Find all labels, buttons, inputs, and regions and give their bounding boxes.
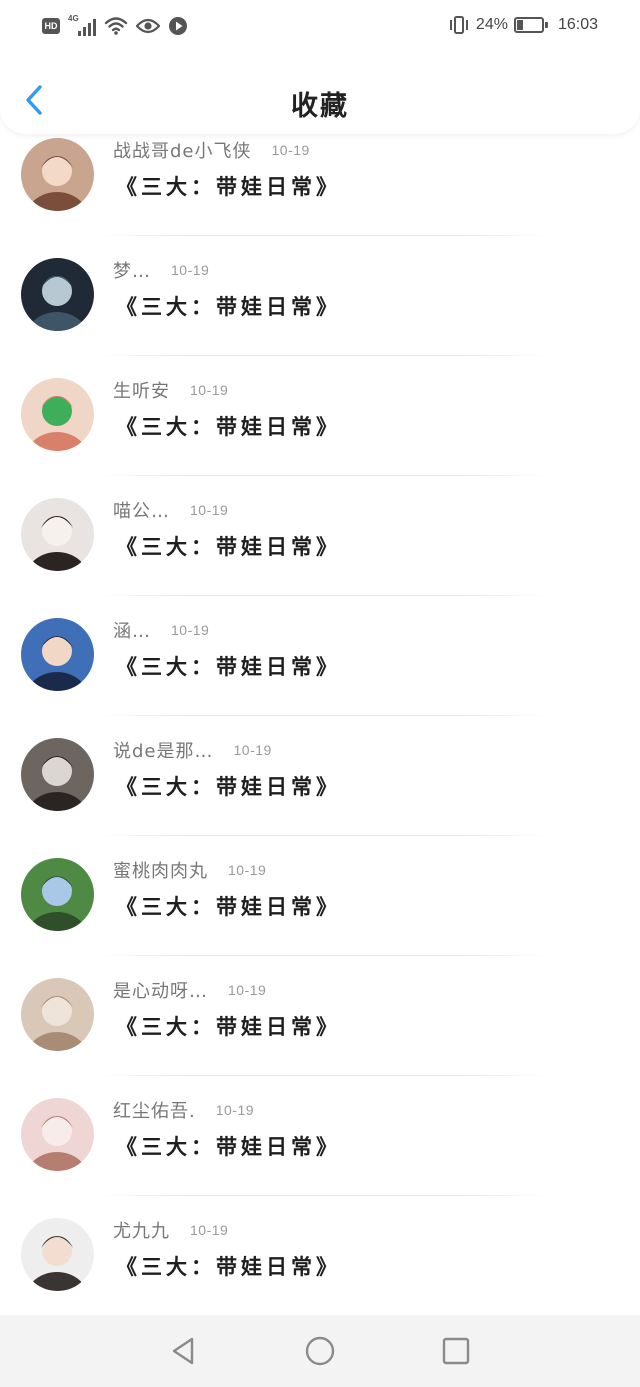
avatar[interactable] xyxy=(21,378,94,451)
battery-percent: 24% xyxy=(475,16,508,33)
back-triangle-icon[interactable] xyxy=(168,1335,200,1367)
list-item[interactable]: 蜜桃肉肉丸 10-19 《三大：带娃日常》 xyxy=(0,836,640,956)
avatar[interactable] xyxy=(21,738,94,811)
item-meta: 战战哥de小飞侠 10-19 xyxy=(113,138,310,162)
avatar[interactable] xyxy=(21,138,94,211)
avatar[interactable] xyxy=(21,258,94,331)
list-item[interactable]: 是心动呀… 10-19 《三大：带娃日常》 xyxy=(0,956,640,1076)
post-date: 10-19 xyxy=(271,142,310,158)
item-meta: 说de是那… 10-19 xyxy=(113,738,272,762)
system-nav-bar xyxy=(0,1315,640,1387)
collected-title[interactable]: 《三大：带娃日常》 xyxy=(116,771,341,801)
user-name[interactable]: 喵公… xyxy=(113,497,170,523)
play-icon xyxy=(168,16,188,36)
user-name[interactable]: 战战哥de小飞侠 xyxy=(113,137,252,163)
hd-icon: HD xyxy=(42,18,60,34)
list-item[interactable]: 红尘佑吾. 10-19 《三大：带娃日常》 xyxy=(0,1076,640,1196)
item-meta: 生听安 10-19 xyxy=(113,378,228,402)
collected-title[interactable]: 《三大：带娃日常》 xyxy=(116,1011,341,1041)
clock: 16:03 xyxy=(557,16,598,33)
item-meta: 红尘佑吾. 10-19 xyxy=(113,1098,254,1122)
list-item[interactable]: 喵公… 10-19 《三大：带娃日常》 xyxy=(0,476,640,596)
avatar[interactable] xyxy=(21,858,94,931)
collected-title[interactable]: 《三大：带娃日常》 xyxy=(116,1251,341,1281)
avatar[interactable] xyxy=(21,618,94,691)
status-left: HD 4G xyxy=(42,14,188,36)
item-meta: 尤九九 10-19 xyxy=(113,1218,228,1242)
page-title: 收藏 xyxy=(291,91,349,122)
status-right: 24% 16:03 xyxy=(448,15,598,35)
user-name[interactable]: 蜜桃肉肉丸 xyxy=(113,857,208,883)
nav-bar: 收藏 xyxy=(0,70,640,134)
user-name[interactable]: 红尘佑吾. xyxy=(113,1097,196,1123)
post-date: 10-19 xyxy=(171,622,210,638)
home-circle-icon[interactable] xyxy=(304,1335,336,1367)
post-date: 10-19 xyxy=(190,382,229,398)
collected-title[interactable]: 《三大：带娃日常》 xyxy=(116,651,341,681)
post-date: 10-19 xyxy=(190,1222,229,1238)
user-name[interactable]: 说de是那… xyxy=(113,737,214,763)
list-item[interactable]: 说de是那… 10-19 《三大：带娃日常》 xyxy=(0,716,640,836)
avatar[interactable] xyxy=(21,498,94,571)
wifi-icon xyxy=(104,16,128,36)
post-date: 10-19 xyxy=(228,982,267,998)
list-item[interactable]: 梦… 10-19 《三大：带娃日常》 xyxy=(0,236,640,356)
collected-title[interactable]: 《三大：带娃日常》 xyxy=(116,531,341,561)
user-name[interactable]: 生听安 xyxy=(113,377,170,403)
battery-icon xyxy=(513,17,548,33)
item-meta: 是心动呀… 10-19 xyxy=(113,978,266,1002)
collected-title[interactable]: 《三大：带娃日常》 xyxy=(116,411,341,441)
post-date: 10-19 xyxy=(171,262,210,278)
avatar[interactable] xyxy=(21,1098,94,1171)
post-date: 10-19 xyxy=(190,502,229,518)
avatar[interactable] xyxy=(21,978,94,1051)
status-bar: HD 4G 24% 16:03 xyxy=(0,0,640,56)
user-name[interactable]: 涵… xyxy=(113,617,151,643)
header: HD 4G 24% 16:03 收藏 xyxy=(0,0,640,134)
recents-square-icon[interactable] xyxy=(440,1335,472,1367)
list-item[interactable]: 生听安 10-19 《三大：带娃日常》 xyxy=(0,356,640,476)
collected-title[interactable]: 《三大：带娃日常》 xyxy=(116,291,341,321)
collected-title[interactable]: 《三大：带娃日常》 xyxy=(116,891,341,921)
user-name[interactable]: 尤九九 xyxy=(113,1217,170,1243)
post-date: 10-19 xyxy=(215,1102,255,1118)
battery-level xyxy=(516,20,523,30)
item-meta: 梦… 10-19 xyxy=(113,258,209,282)
user-name[interactable]: 梦… xyxy=(113,257,151,283)
item-meta: 蜜桃肉肉丸 10-19 xyxy=(113,858,266,882)
avatar[interactable] xyxy=(21,1218,94,1291)
item-meta: 喵公… 10-19 xyxy=(113,498,228,522)
list-item[interactable]: 战战哥de小飞侠 10-19 《三大：带娃日常》 xyxy=(0,116,640,236)
collected-title[interactable]: 《三大：带娃日常》 xyxy=(116,171,341,201)
post-date: 10-19 xyxy=(228,862,267,878)
list-item[interactable]: 尤九九 10-19 《三大：带娃日常》 xyxy=(0,1196,640,1316)
item-meta: 涵… 10-19 xyxy=(113,618,209,642)
favorites-screen: 战战哥de小飞侠 10-19 《三大：带娃日常》 梦… 10-19 《三大：带娃日常》 生听… xyxy=(0,0,640,1387)
vibrate-icon xyxy=(448,15,470,35)
cellular-signal-icon: 4G xyxy=(68,14,96,36)
eye-icon xyxy=(136,17,160,35)
post-date: 10-19 xyxy=(233,742,272,758)
list-item[interactable]: 涵… 10-19 《三大：带娃日常》 xyxy=(0,596,640,716)
user-name[interactable]: 是心动呀… xyxy=(113,977,208,1003)
collected-title[interactable]: 《三大：带娃日常》 xyxy=(116,1131,341,1161)
